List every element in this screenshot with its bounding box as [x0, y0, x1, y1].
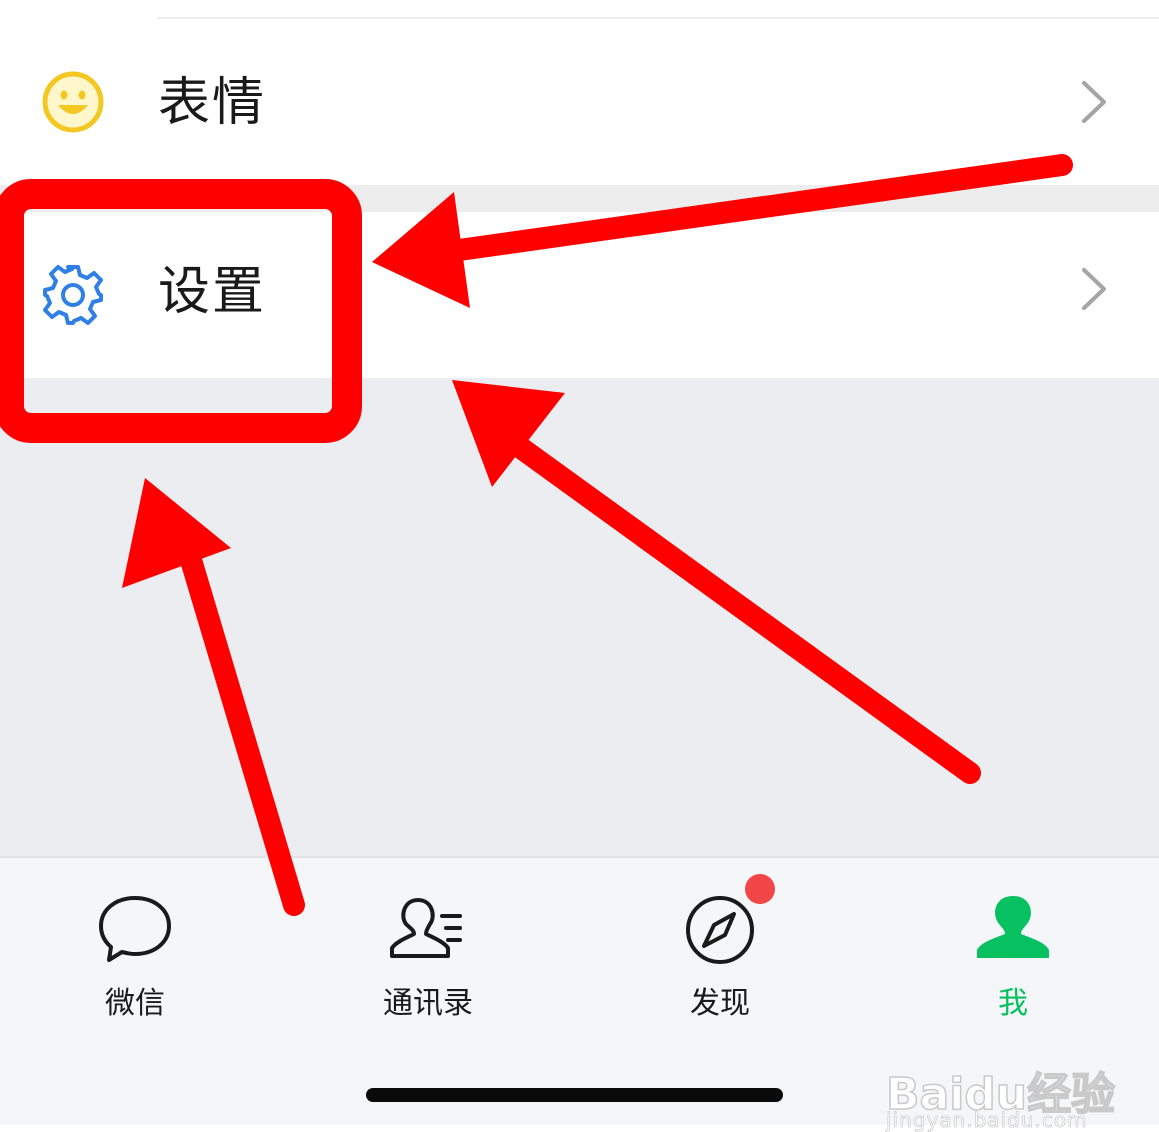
- tab-contacts[interactable]: 通讯录: [328, 888, 528, 1021]
- tab-bar: 微信 通讯录 发现 我 Baidu经验 jingyan.baidu.com: [0, 856, 1159, 1132]
- gear-icon: [43, 265, 103, 325]
- empty-area: [0, 378, 1159, 856]
- chat-bubble-icon: [99, 896, 171, 962]
- tab-label: 微信: [105, 986, 165, 1021]
- home-indicator[interactable]: [366, 1088, 783, 1102]
- tab-label: 通讯录: [383, 986, 473, 1021]
- watermark: Baidu经验 jingyan.baidu.com: [885, 1058, 1146, 1132]
- tab-chats[interactable]: 微信: [35, 888, 235, 1021]
- tab-label: 发现: [690, 986, 750, 1021]
- contacts-icon: [390, 898, 462, 958]
- smiley-icon: [42, 71, 104, 133]
- compass-icon: [686, 896, 754, 964]
- tab-label: 我: [998, 986, 1028, 1021]
- person-icon: [977, 896, 1049, 958]
- notification-badge: [745, 874, 775, 904]
- section-gap: [0, 185, 1159, 212]
- chevron-right-icon: [1082, 81, 1106, 123]
- tab-me[interactable]: 我: [913, 888, 1113, 1021]
- screen: 表情 设置 微信 通讯录 发现 我 Baidu经验 jingyan.baidu.…: [0, 0, 1159, 1132]
- chevron-right-icon: [1082, 268, 1106, 310]
- menu-item-label: 表情: [158, 73, 267, 133]
- tab-discover[interactable]: 发现: [620, 874, 820, 1021]
- menu-item-settings[interactable]: 设置: [0, 212, 1159, 378]
- menu-item-emoji[interactable]: 表情: [0, 19, 1159, 185]
- menu-item-label: 设置: [158, 262, 267, 322]
- watermark-url: jingyan.baidu.com: [886, 1108, 1088, 1132]
